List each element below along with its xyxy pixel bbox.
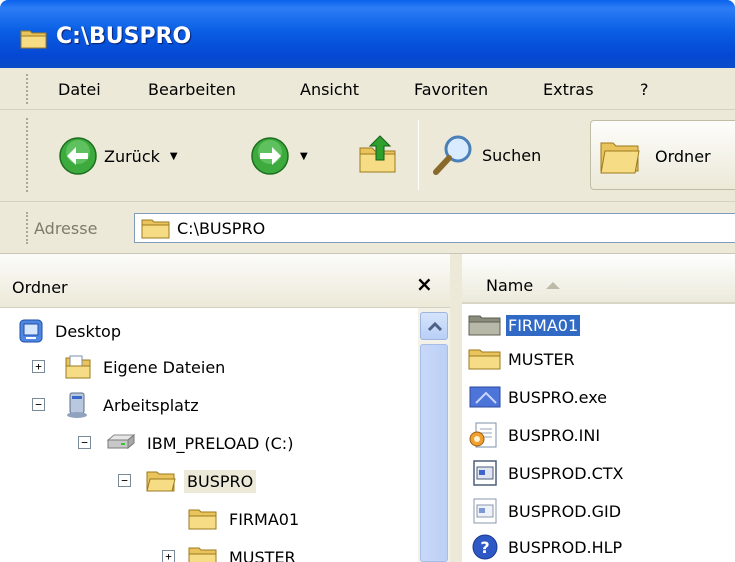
folders-button[interactable]: Ordner — [590, 120, 735, 190]
ini-icon — [469, 422, 497, 448]
file-name: BUSPRO.INI — [508, 425, 601, 445]
folder-pane-header: Ordner × — [0, 254, 450, 308]
address-label: Adresse — [34, 219, 98, 238]
collapse-icon[interactable]: − — [32, 398, 45, 411]
scroll-thumb[interactable] — [420, 344, 448, 562]
collapse-icon[interactable]: − — [78, 436, 91, 449]
svg-text:?: ? — [480, 538, 489, 557]
menu-bearbeiten[interactable]: Bearbeiten — [148, 80, 236, 99]
tree-label: Desktop — [55, 321, 121, 341]
tree-item-desktop[interactable]: Desktop — [18, 316, 124, 346]
tree-label: MUSTER — [229, 547, 296, 562]
address-input[interactable]: C:\BUSPRO — [134, 213, 735, 243]
folders-icon — [600, 142, 640, 174]
tree-label: FIRMA01 — [229, 509, 300, 529]
tree-item-eigene-dateien[interactable]: Eigene Dateien — [64, 352, 228, 382]
folders-label: Ordner — [655, 147, 711, 166]
forward-dropdown-icon[interactable]: ▼ — [300, 151, 308, 162]
folder-icon — [188, 547, 217, 562]
file-name: MUSTER — [508, 349, 575, 369]
menu-datei[interactable]: Datei — [58, 80, 101, 99]
tree-label: IBM_PRELOAD (C:) — [147, 433, 294, 453]
expand-icon[interactable]: + — [162, 550, 175, 562]
menu-favoriten[interactable]: Favoriten — [414, 80, 488, 99]
file-name: BUSPRO.exe — [508, 387, 608, 407]
tree-item-muster[interactable]: MUSTER — [188, 542, 299, 562]
back-label: Zurück — [104, 146, 160, 166]
folder-icon — [20, 30, 47, 49]
name-column-label: Name — [486, 276, 534, 295]
file-row-buspro-exe[interactable]: BUSPRO.exe — [468, 382, 609, 412]
sort-ascending-icon — [546, 282, 560, 289]
tree-item-firma01[interactable]: FIRMA01 — [188, 504, 302, 534]
toolbar-separator — [418, 120, 419, 190]
my-documents-icon — [65, 355, 91, 379]
exe-icon — [469, 386, 501, 408]
tree-label: Eigene Dateien — [103, 357, 226, 377]
tree-label: BUSPRO — [184, 469, 257, 493]
title-bar[interactable]: C:\BUSPRO — [0, 0, 735, 68]
folder-icon — [141, 219, 170, 239]
back-arrow-icon — [59, 137, 97, 175]
name-column-header[interactable]: Name — [462, 254, 735, 304]
folder-open-icon — [146, 471, 176, 492]
file-row-buspro-ini[interactable]: BUSPRO.INI — [468, 420, 602, 450]
file-name: FIRMA01 — [506, 314, 581, 336]
menu-grip[interactable] — [26, 74, 29, 104]
back-dropdown-icon[interactable]: ▼ — [170, 151, 178, 162]
folder-icon — [188, 509, 217, 530]
menu-ansicht[interactable]: Ansicht — [300, 80, 359, 99]
address-value: C:\BUSPRO — [177, 218, 266, 238]
search-button[interactable]: Suchen — [430, 132, 541, 178]
folder-up-icon — [359, 135, 396, 173]
folder-pane-title: Ordner — [12, 278, 68, 297]
toolbar: Zurück ▼ ▼ Suchen Ordner — [0, 110, 735, 202]
file-row-firma01[interactable]: FIRMA01 — [468, 310, 581, 340]
chevron-up-icon — [427, 321, 443, 332]
close-icon[interactable]: × — [416, 272, 433, 296]
collapse-icon[interactable]: − — [118, 474, 131, 487]
folder-icon — [468, 349, 501, 370]
menu-extras[interactable]: Extras — [543, 80, 594, 99]
tree-item-drive-c[interactable]: IBM_PRELOAD (C:) — [106, 428, 296, 458]
ctx-icon — [473, 460, 497, 486]
folder-pane: Ordner × Desktop + Eigene Dateien − Arbe… — [0, 254, 450, 562]
tree-label: Arbeitsplatz — [103, 395, 199, 415]
address-grip[interactable] — [26, 212, 29, 244]
file-name: BUSPROD.GID — [508, 501, 622, 521]
drive-icon — [106, 433, 136, 450]
my-computer-icon — [67, 392, 87, 418]
help-icon: ? — [472, 534, 498, 560]
up-button[interactable] — [356, 132, 400, 176]
folder-scrollbar[interactable] — [418, 308, 450, 562]
address-bar: Adresse C:\BUSPRO — [0, 202, 735, 254]
file-row-busprod-ctx[interactable]: BUSPROD.CTX — [468, 458, 626, 488]
toolbar-grip[interactable] — [26, 118, 29, 192]
scroll-up-button[interactable] — [420, 312, 448, 340]
back-button[interactable]: Zurück ▼ — [58, 136, 178, 176]
desktop-icon — [19, 319, 43, 343]
window-title: C:\BUSPRO — [56, 24, 192, 49]
tree-item-arbeitsplatz[interactable]: Arbeitsplatz — [64, 390, 202, 420]
forward-arrow-icon — [251, 137, 289, 175]
file-row-busprod-gid[interactable]: BUSPROD.GID — [468, 496, 623, 526]
pane-splitter[interactable] — [450, 254, 462, 562]
forward-button[interactable]: ▼ — [250, 136, 308, 176]
menu-help[interactable]: ? — [640, 80, 649, 99]
search-label: Suchen — [482, 145, 542, 165]
menu-bar: Datei Bearbeiten Ansicht Favoriten Extra… — [0, 68, 735, 110]
file-list-pane: Name FIRMA01 MUSTER BUSPRO.exe BUSPRO.IN… — [462, 254, 735, 562]
file-name: BUSPROD.HLP — [508, 537, 623, 557]
tree-item-buspro[interactable]: BUSPRO — [146, 466, 257, 496]
gid-icon — [473, 498, 497, 524]
folder-icon — [468, 315, 501, 336]
search-icon — [433, 135, 472, 175]
file-name: BUSPROD.CTX — [508, 463, 624, 483]
file-row-muster[interactable]: MUSTER — [468, 344, 577, 374]
expand-icon[interactable]: + — [32, 360, 45, 373]
file-row-busprod-hlp[interactable]: ? BUSPROD.HLP — [468, 532, 624, 562]
